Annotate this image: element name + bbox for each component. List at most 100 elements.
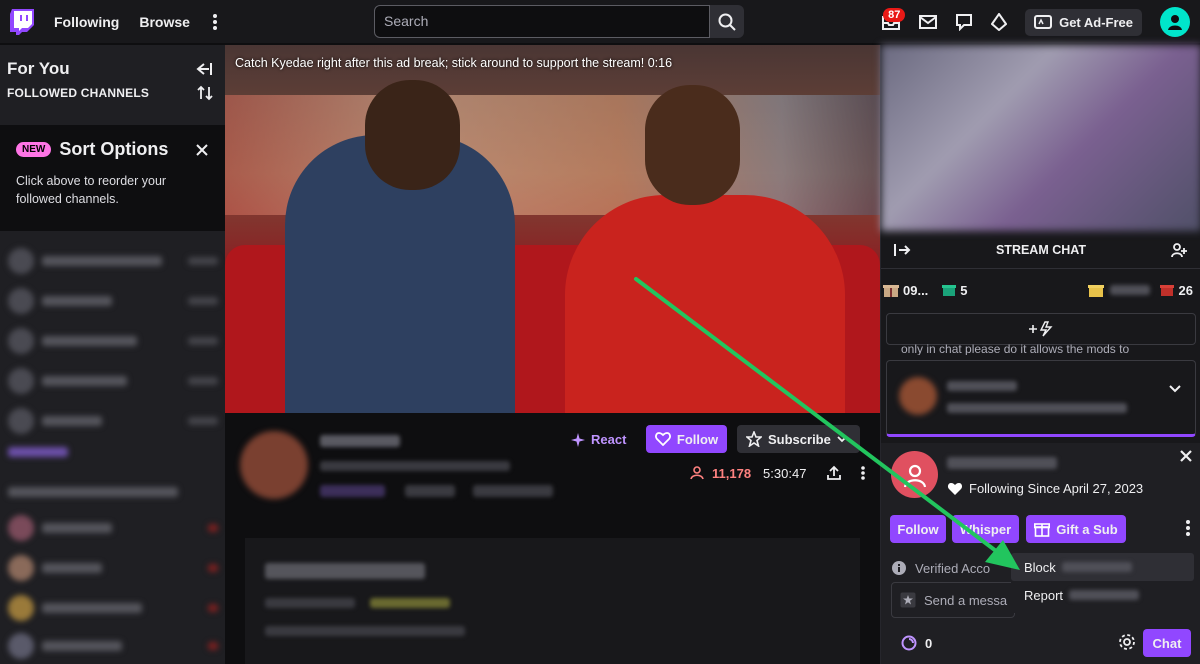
- inbox-count-badge: 87: [883, 8, 906, 22]
- search-bar: Search: [374, 5, 744, 38]
- channel-points[interactable]: 0: [901, 635, 932, 651]
- sidebar-title: For You: [7, 59, 70, 78]
- user-avatar-icon[interactable]: [1160, 7, 1190, 37]
- chat-message-snippet: only in chat please do it allows the mod…: [901, 343, 1130, 355]
- gift-a-sub-button[interactable]: Gift a Sub: [1026, 515, 1126, 543]
- gift-count: 09...: [903, 282, 929, 298]
- report-menu-item[interactable]: Report: [1011, 581, 1194, 609]
- search-input[interactable]: Search: [374, 5, 710, 38]
- block-menu-item[interactable]: Block: [1011, 553, 1194, 581]
- gift-icon: [1034, 521, 1051, 537]
- sort-options-text: Click above to reorder your followed cha…: [16, 174, 167, 206]
- chat-bottom-bar: 0 Chat: [881, 623, 1200, 663]
- follow-button[interactable]: Follow: [646, 425, 727, 453]
- blurred-thumbnail: [881, 45, 1200, 231]
- user-follow-button[interactable]: Follow: [890, 515, 946, 543]
- video-player[interactable]: Catch Kyedae right after this ad break; …: [225, 45, 880, 413]
- verified-account-notice: Verified Acco: [891, 554, 1009, 582]
- stream-stats: 11,178 5:30:47: [690, 465, 866, 481]
- user-name: [947, 457, 1057, 469]
- nav-browse-link[interactable]: Browse: [139, 14, 190, 30]
- followed-channels-heading: FOLLOWED CHANNELS: [7, 86, 150, 100]
- channel-name[interactable]: [320, 435, 400, 447]
- gear-icon[interactable]: [1118, 633, 1136, 651]
- nav-following-link[interactable]: Following: [54, 14, 119, 30]
- channel-list-item[interactable]: [8, 288, 218, 314]
- add-chat-item-button[interactable]: [886, 313, 1196, 345]
- gift-leaderboard: 09... 5 26: [881, 277, 1200, 303]
- react-label: React: [591, 432, 627, 447]
- gift-icon: [942, 283, 957, 297]
- users-icon[interactable]: [1171, 242, 1189, 258]
- team-link[interactable]: [370, 598, 450, 608]
- channel-points-count: 0: [925, 635, 933, 651]
- right-column: STREAM CHAT 09... 5 26 only in chat plea…: [880, 45, 1200, 664]
- heart-icon: [947, 482, 963, 496]
- user-avatar: [891, 451, 938, 498]
- sort-arrows-icon[interactable]: [197, 85, 213, 101]
- stream-tag[interactable]: [473, 485, 553, 497]
- channel-list-item[interactable]: [8, 328, 218, 354]
- search-button[interactable]: [710, 5, 744, 38]
- get-ad-free-button[interactable]: Get Ad-Free: [1025, 8, 1142, 36]
- sparkle-icon: [570, 432, 586, 448]
- gift-count: 26: [1178, 282, 1193, 298]
- gift-icon: [883, 282, 899, 298]
- whispers-icon[interactable]: [955, 13, 973, 31]
- more-options-icon[interactable]: [860, 465, 866, 481]
- user-card: Following Since April 27, 2023 Follow Wh…: [881, 443, 1200, 664]
- video-person-right: [565, 195, 845, 413]
- more-options-icon[interactable]: [212, 13, 218, 31]
- show-more-link[interactable]: [8, 445, 218, 459]
- star-icon: [900, 592, 916, 608]
- recommended-heading: [8, 485, 218, 499]
- channel-list-item[interactable]: [8, 555, 218, 581]
- collapse-sidebar-icon[interactable]: [195, 62, 213, 76]
- bits-icon[interactable]: [991, 13, 1008, 31]
- channel-list-item[interactable]: [8, 408, 218, 434]
- left-sidebar: For You FOLLOWED CHANNELS NEW Sort Optio…: [0, 45, 225, 664]
- chevron-down-icon[interactable]: [837, 435, 847, 443]
- search-icon: [718, 13, 736, 31]
- chevron-down-icon[interactable]: [1169, 385, 1181, 393]
- new-badge: NEW: [16, 142, 52, 157]
- report-label: Report: [1024, 587, 1064, 603]
- whisper-button[interactable]: Whisper: [952, 515, 1019, 543]
- star-icon: [746, 431, 762, 447]
- react-button[interactable]: React: [570, 426, 626, 453]
- stream-category[interactable]: [320, 485, 385, 497]
- about-description: [265, 626, 465, 636]
- channel-list-item[interactable]: [8, 515, 218, 541]
- follow-label: Follow: [676, 431, 719, 447]
- close-icon[interactable]: [1179, 449, 1193, 463]
- follower-count: [265, 598, 355, 608]
- ad-break-message: Catch Kyedae right after this ad break; …: [235, 56, 673, 70]
- pinned-message[interactable]: [886, 360, 1196, 437]
- stream-info: React Follow Subscribe 11,178 5:30:47: [225, 413, 880, 664]
- channel-avatar[interactable]: [240, 431, 308, 499]
- channel-list-item[interactable]: [8, 595, 218, 621]
- subscribe-button[interactable]: Subscribe: [737, 425, 860, 453]
- inbox-button[interactable]: 87: [881, 8, 906, 31]
- chat-message-input[interactable]: Send a messa: [891, 582, 1015, 618]
- channel-list-item[interactable]: [8, 248, 218, 274]
- chat-send-button[interactable]: Chat: [1143, 629, 1191, 657]
- viewer-count: 11,178: [712, 465, 752, 481]
- top-navigation: Following Browse Search 87 Get Ad-Free: [0, 0, 1200, 44]
- mail-icon[interactable]: [919, 15, 938, 29]
- more-options-icon[interactable]: [1185, 519, 1191, 537]
- stream-tag[interactable]: [405, 485, 455, 497]
- channel-list-item[interactable]: [8, 368, 218, 394]
- channel-list-item[interactable]: [8, 633, 218, 659]
- info-icon: [891, 560, 907, 576]
- close-icon[interactable]: [195, 143, 209, 157]
- gift-a-sub-label: Gift a Sub: [1056, 521, 1118, 537]
- chat-input-placeholder: Send a messa: [924, 592, 1008, 608]
- twitch-logo-icon[interactable]: [10, 8, 34, 35]
- share-icon[interactable]: [826, 465, 842, 481]
- stream-title: [320, 461, 510, 471]
- gift-icon: [1159, 283, 1174, 297]
- block-label: Block: [1024, 559, 1056, 575]
- following-since: Following Since April 27, 2023: [947, 481, 1143, 496]
- collapse-chat-icon[interactable]: [893, 243, 911, 257]
